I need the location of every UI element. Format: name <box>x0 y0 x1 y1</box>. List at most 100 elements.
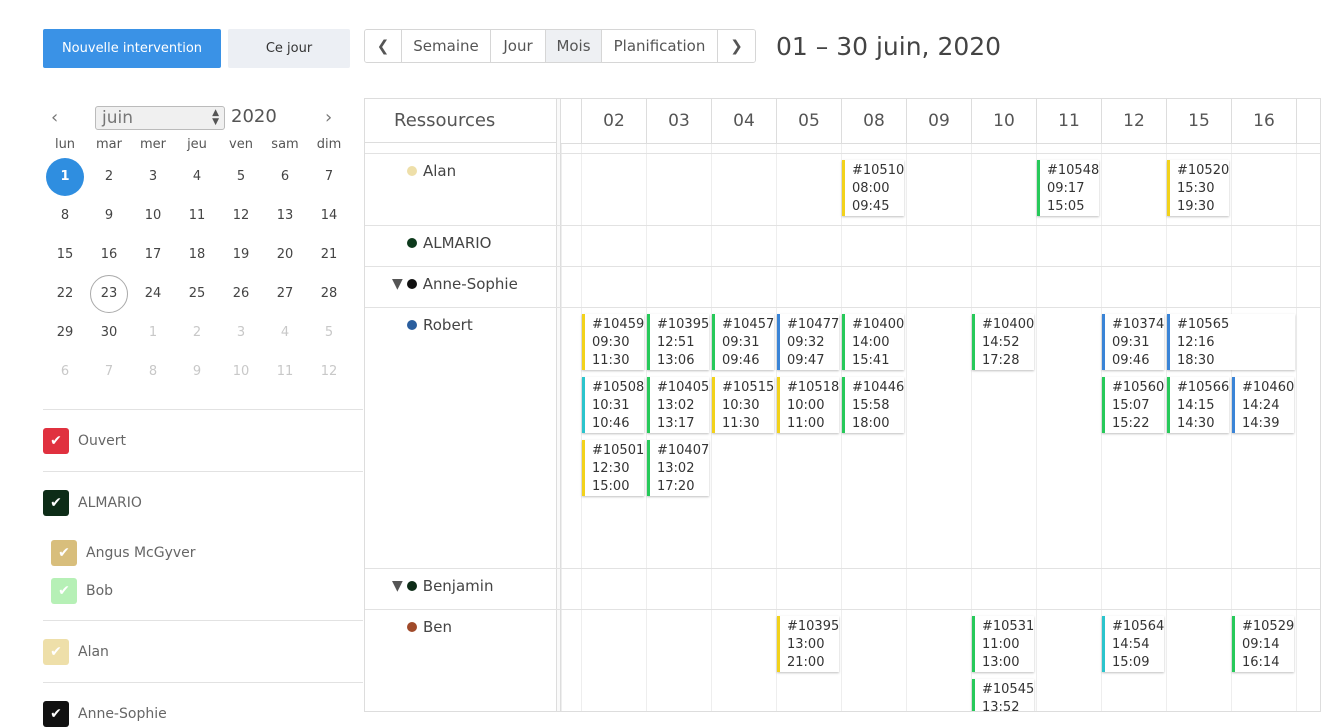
day-cell[interactable]: 17 <box>131 235 175 274</box>
event-card[interactable]: #10457 09:31 09:46 <box>712 314 774 370</box>
day-cell[interactable]: 29 <box>43 313 87 352</box>
day-header[interactable]: 15 <box>1166 99 1231 143</box>
event-card[interactable]: #10405 13:02 13:17 <box>647 377 709 433</box>
day-cell[interactable]: 21 <box>307 235 351 274</box>
day-header[interactable]: 04 <box>711 99 776 143</box>
day-header[interactable]: 08 <box>841 99 906 143</box>
day-cell[interactable]: 15 <box>43 235 87 274</box>
filter-item[interactable]: ✔ ALMARIO <box>43 472 363 534</box>
day-cell[interactable]: 12 <box>219 196 263 235</box>
event-card[interactable]: #10548 09:17 15:05 <box>1037 160 1099 216</box>
resource-label[interactable]: ▼ Benjamin <box>392 577 493 595</box>
event-card[interactable]: #10510 08:00 09:45 <box>842 160 904 216</box>
day-cell[interactable]: 4 <box>263 313 307 352</box>
month-select[interactable]: juin ▲ ▼ <box>95 106 225 130</box>
day-cell[interactable]: 18 <box>175 235 219 274</box>
event-card[interactable]: #10395 13:00 21:00 <box>777 616 839 672</box>
day-cell[interactable]: 8 <box>131 352 175 391</box>
prev-period-button[interactable]: ❮ <box>365 30 402 62</box>
day-cell[interactable]: 20 <box>263 235 307 274</box>
event-card[interactable]: #10566 14:15 14:30 <box>1167 377 1229 433</box>
event-card[interactable]: #10515 10:30 11:30 <box>712 377 774 433</box>
today-button[interactable]: Ce jour <box>228 29 350 68</box>
day-cell[interactable]: 16 <box>87 235 131 274</box>
day-cell[interactable]: 26 <box>219 274 263 313</box>
checkbox[interactable]: ✔ <box>51 578 77 604</box>
day-cell[interactable]: 10 <box>219 352 263 391</box>
day-cell[interactable]: 12 <box>307 352 351 391</box>
day-cell[interactable]: 22 <box>43 274 87 313</box>
expand-triangle-icon[interactable]: ▼ <box>392 276 403 292</box>
day-cell[interactable]: 4 <box>175 157 219 196</box>
day-cell[interactable]: 27 <box>263 274 307 313</box>
day-cell[interactable]: 7 <box>307 157 351 196</box>
day-header[interactable]: 16 <box>1231 99 1296 143</box>
day-cell[interactable]: 11 <box>263 352 307 391</box>
filter-item[interactable]: ✔ Alan <box>43 621 363 682</box>
resource-label[interactable]: ▼ Anne-Sophie <box>392 275 518 293</box>
day-cell[interactable]: 13 <box>263 196 307 235</box>
resource-label[interactable]: Ben <box>407 618 452 636</box>
event-card[interactable]: #10518 10:00 11:00 <box>777 377 839 433</box>
filter-item[interactable]: ✔ Anne-Sophie <box>43 683 363 728</box>
event-card[interactable]: #10459 09:30 11:30 <box>582 314 644 370</box>
chevron-right-icon[interactable]: › <box>325 107 332 128</box>
day-cell[interactable]: 5 <box>219 157 263 196</box>
day-cell[interactable]: 24 <box>131 274 175 313</box>
event-card[interactable]: #10508 10:31 10:46 <box>582 377 644 433</box>
day-cell[interactable]: 9 <box>175 352 219 391</box>
day-cell[interactable]: 1 <box>131 313 175 352</box>
day-header[interactable]: 12 <box>1101 99 1166 143</box>
day-cell[interactable]: 10 <box>131 196 175 235</box>
checkbox[interactable]: ✔ <box>43 700 69 727</box>
day-cell[interactable]: 3 <box>219 313 263 352</box>
event-card[interactable]: #10520 15:30 19:30 <box>1167 160 1229 216</box>
day-cell[interactable]: 1 <box>43 157 87 196</box>
resource-label[interactable]: Alan <box>407 162 456 180</box>
day-cell[interactable]: 19 <box>219 235 263 274</box>
next-period-button[interactable]: ❯ <box>718 30 755 62</box>
view-week-button[interactable]: Semaine <box>402 30 491 62</box>
day-cell[interactable]: 9 <box>87 196 131 235</box>
resource-label[interactable]: Robert <box>407 316 473 334</box>
day-cell[interactable]: 25 <box>175 274 219 313</box>
day-cell[interactable]: 11 <box>175 196 219 235</box>
checkbox[interactable]: ✔ <box>43 638 69 665</box>
event-card[interactable]: #10400 14:00 15:41 <box>842 314 904 370</box>
day-cell[interactable]: 30 <box>87 313 131 352</box>
day-cell[interactable]: 2 <box>175 313 219 352</box>
event-card[interactable]: #10395 12:51 13:06 <box>647 314 709 370</box>
event-card[interactable]: #10545 13:52 <box>972 679 1034 711</box>
event-card[interactable]: #10564 14:54 15:09 <box>1102 616 1164 672</box>
view-day-button[interactable]: Jour <box>491 30 546 62</box>
day-cell[interactable]: 14 <box>307 196 351 235</box>
new-intervention-button[interactable]: Nouvelle intervention <box>43 29 221 68</box>
filter-subitem[interactable]: ✔ Bob <box>43 572 363 610</box>
day-cell[interactable]: 23 <box>87 274 131 313</box>
day-cell[interactable]: 6 <box>263 157 307 196</box>
event-card[interactable]: #10460 14:24 14:39 <box>1232 377 1294 433</box>
checkbox[interactable]: ✔ <box>51 540 77 566</box>
day-header[interactable]: 09 <box>906 99 971 143</box>
event-card[interactable]: #10531 11:00 13:00 <box>972 616 1034 672</box>
expand-triangle-icon[interactable]: ▼ <box>392 578 403 594</box>
event-card[interactable]: #10477 09:32 09:47 <box>777 314 839 370</box>
day-header[interactable]: 05 <box>776 99 841 143</box>
chevron-left-icon[interactable]: ‹ <box>51 107 58 128</box>
event-card[interactable]: #10407 13:02 17:20 <box>647 440 709 496</box>
event-card[interactable]: #10565 12:16 18:30 <box>1167 314 1295 370</box>
day-cell[interactable]: 7 <box>87 352 131 391</box>
event-card[interactable]: #10529 09:14 16:14 <box>1232 616 1294 672</box>
resource-label[interactable]: ALMARIO <box>407 234 491 252</box>
day-cell[interactable]: 8 <box>43 196 87 235</box>
day-header[interactable]: 11 <box>1036 99 1101 143</box>
view-month-button[interactable]: Mois <box>546 30 602 62</box>
day-header[interactable]: 02 <box>581 99 646 143</box>
day-cell[interactable]: 3 <box>131 157 175 196</box>
event-card[interactable]: #10374 09:31 09:46 <box>1102 314 1164 370</box>
day-cell[interactable]: 6 <box>43 352 87 391</box>
checkbox[interactable]: ✔ <box>43 490 69 516</box>
day-header[interactable]: 10 <box>971 99 1036 143</box>
view-planning-button[interactable]: Planification <box>602 30 718 62</box>
filter-subitem[interactable]: ✔ Angus McGyver <box>43 534 363 572</box>
